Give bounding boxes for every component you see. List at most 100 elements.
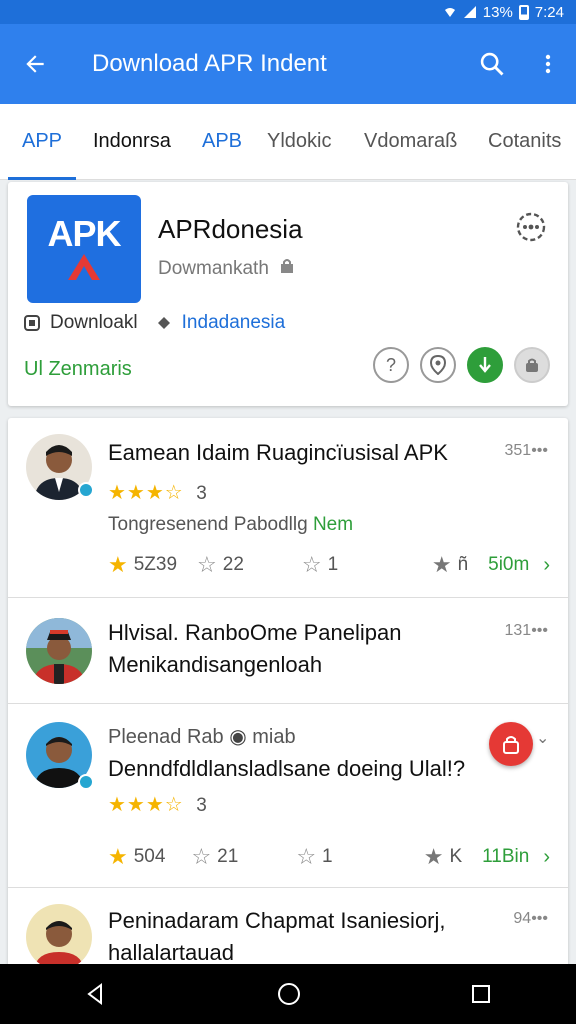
stat-value: ñ (457, 554, 469, 575)
stat-stars: ★ 5Z39 (108, 552, 177, 578)
verified-badge-icon (78, 774, 94, 790)
rating-count: 3 (196, 795, 207, 816)
lock-small-icon (281, 259, 294, 273)
app-meta-row: Downloakl Indadanesia (24, 312, 285, 334)
app-logo-text: APK (47, 213, 121, 254)
rating-stars: ★★★☆ 3 (108, 482, 207, 504)
chevron-right-icon[interactable]: › (543, 846, 550, 869)
rating-count: 3 (196, 483, 207, 504)
stat-dark: ★ K (424, 844, 462, 870)
clock: 7:24 (534, 3, 564, 21)
region-link[interactable]: Indadanesia (182, 312, 286, 334)
star-filled-icon: ★ (108, 552, 128, 577)
download-arrow-icon (479, 357, 491, 373)
item-title: Hlvisal. RanboOme Panelipan (108, 620, 402, 645)
tab-cotanits[interactable]: Cotanits (488, 104, 561, 180)
download-label: Downloakl (50, 312, 138, 333)
app-bar: Download APR Indent (0, 24, 576, 104)
item-title: Peninadaram Chapmat Isaniesiorj, (108, 908, 446, 933)
item-tag: Nem (312, 514, 354, 535)
battery-icon (518, 4, 529, 20)
arrow-left-icon (26, 55, 44, 73)
battery-percent: 13% (482, 3, 513, 21)
more-vert-icon (545, 54, 551, 74)
stat-value: 5Z39 (133, 554, 178, 575)
search-icon (480, 52, 504, 76)
item-title: Denndfdldlansladlsane doeing Ulal!? (108, 756, 466, 781)
help-button[interactable]: ? (373, 347, 409, 383)
tab-indonrsa[interactable]: Indonrsa (93, 104, 171, 180)
item-title-line2: hallalartauad (108, 940, 234, 965)
settings-gear-icon[interactable] (514, 210, 548, 244)
zen-label: Ul Zenmaris (24, 358, 132, 380)
download-badge-icon (24, 315, 40, 331)
star-outline-icon: ☆ (296, 844, 317, 869)
app-developer: Dowmankath (158, 258, 294, 280)
apk-logo-a-icon (68, 254, 100, 280)
nav-back-icon[interactable] (83, 981, 109, 1007)
item-time: 94••• (513, 910, 548, 927)
tab-vdomara[interactable]: Vdomaraß (364, 104, 457, 180)
status-bar: 13% 7:24 (0, 0, 576, 24)
author-suffix: miab (252, 726, 296, 748)
stat-outline: ☆ 1 (302, 552, 338, 578)
app-logo: APK (27, 195, 141, 303)
location-button[interactable] (420, 347, 456, 383)
item-author: Pleenad Rab ◉ miab (108, 724, 296, 749)
item-stats: ★ 5Z39 ☆ 22 ☆ 1 ★ ñ 5i0m › (108, 552, 550, 578)
star-filled-icon: ★ (108, 844, 128, 869)
wifi-icon (444, 8, 455, 17)
green-count: 5i0m (488, 554, 530, 575)
list-item[interactable]: Pleenad Rab ◉ miab Denndfdldlansladlsane… (8, 704, 568, 888)
nav-home-icon[interactable] (276, 981, 302, 1007)
stat-value: 21 (217, 846, 239, 867)
page-title: Download APR Indent (92, 50, 327, 77)
stat-outline: ☆ 21 (191, 844, 238, 870)
app-developer-label: Dowmankath (158, 258, 269, 279)
stat-value: 504 (133, 846, 166, 867)
person-avatar-icon (34, 921, 84, 970)
star-outline-icon: ☆ (191, 844, 212, 869)
list-item[interactable]: Eamean Idaim Ruagincïusisal APK 351••• ★… (8, 418, 568, 598)
stat-value: 1 (322, 846, 333, 867)
signal-icon (463, 6, 476, 18)
author-badge-icon: ◉ (229, 726, 247, 748)
search-button[interactable] (464, 24, 520, 104)
item-subtitle-text: Tongresenend Pabodllg (108, 514, 308, 535)
star-dark-icon: ★ (423, 844, 444, 869)
stat-value: 1 (327, 554, 339, 575)
author-name: Pleenad Rab (108, 726, 224, 748)
app-info-card[interactable]: APK APRdonesia Dowmankath Downloakl Inda… (8, 182, 568, 406)
stat-outline: ☆ 1 (296, 844, 332, 870)
item-subtitle: Tongresenend Pabodllg Nem (108, 514, 353, 536)
item-title-line2: Menikandisangenloah (108, 652, 323, 677)
system-nav-bar (0, 964, 576, 1024)
stat-value: K (449, 846, 463, 867)
stat-outline: ☆ 22 (197, 552, 244, 578)
back-button[interactable] (0, 24, 70, 104)
app-name: APRdonesia (158, 214, 303, 244)
tab-app[interactable]: APP (7, 104, 77, 180)
tab-yldokic[interactable]: Yldokic (267, 104, 331, 180)
overflow-menu-button[interactable] (520, 24, 576, 104)
avatar (26, 904, 92, 970)
item-time: 131••• (504, 622, 549, 639)
rating-stars: ★★★☆ 3 (108, 794, 207, 816)
download-button[interactable] (467, 347, 503, 383)
lock-fab[interactable] (489, 722, 533, 766)
stat-value: 22 (222, 554, 244, 575)
lock-button[interactable] (514, 347, 550, 383)
star-dark-icon: ★ (431, 552, 452, 577)
nav-recents-icon[interactable] (469, 982, 493, 1006)
chevron-right-icon[interactable]: › (543, 554, 550, 577)
app-actions: ? (373, 347, 550, 383)
person-avatar-icon (26, 618, 92, 684)
tab-apb[interactable]: APB (202, 104, 242, 180)
item-title: Eamean Idaim Ruagincïusisal APK (108, 440, 448, 465)
stat-stars: ★ 504 (108, 844, 165, 870)
list-item[interactable]: Hlvisal. RanboOme Panelipan Menikandisan… (8, 598, 568, 704)
item-stats: ★ 504 ☆ 21 ☆ 1 ★ K 11Bin › (108, 844, 550, 870)
green-count: 11Bin (482, 846, 530, 867)
chevron-down-icon[interactable]: ⌄ (536, 728, 549, 748)
item-time: 351••• (504, 442, 549, 459)
